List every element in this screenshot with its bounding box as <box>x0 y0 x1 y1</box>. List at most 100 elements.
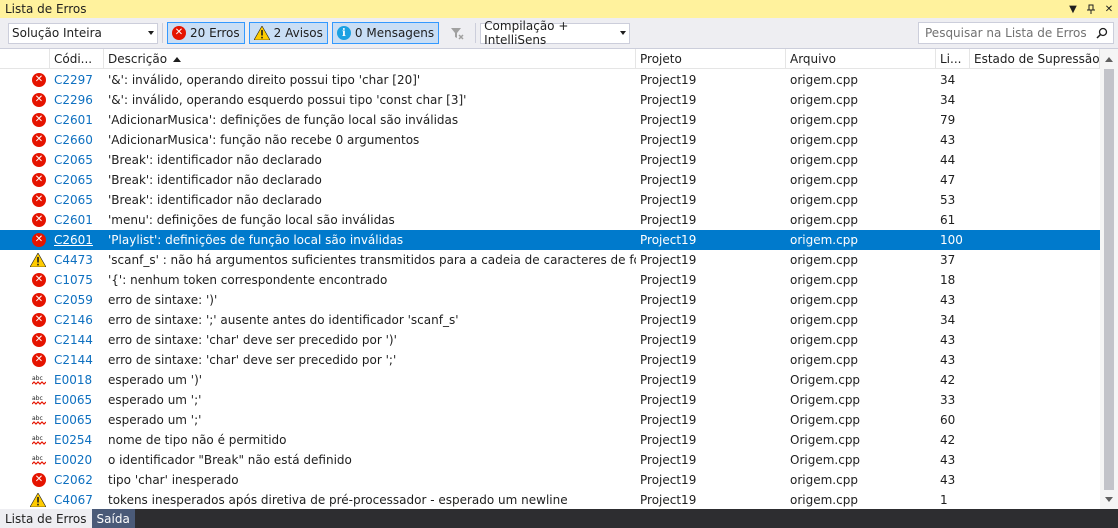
row-code-cell[interactable]: C1075 <box>50 270 104 290</box>
row-code-cell[interactable]: C4067 <box>50 490 104 510</box>
svg-text:abc: abc <box>32 435 43 442</box>
error-code-link[interactable]: E0018 <box>54 373 92 387</box>
error-code-link[interactable]: C2059 <box>54 293 93 307</box>
error-line: 42 <box>940 373 956 387</box>
search-input[interactable] <box>925 26 1091 40</box>
row-code-cell[interactable]: C2144 <box>50 350 104 370</box>
column-header-description[interactable]: Descrição <box>104 49 636 69</box>
row-code-cell[interactable]: E0065 <box>50 390 104 410</box>
scroll-up-icon[interactable] <box>1105 57 1113 62</box>
error-code-link[interactable]: E0065 <box>54 393 92 407</box>
warnings-filter-button[interactable]: 2 Avisos <box>248 22 328 44</box>
error-description: erro de sintaxe: ')' <box>108 293 218 307</box>
messages-filter-button[interactable]: i 0 Mensagens <box>331 22 440 44</box>
errors-filter-button[interactable]: ✕ 20 Erros <box>167 22 245 44</box>
table-row[interactable]: ✕ C1075 '{': nenhum token correspondente e… <box>0 270 1100 290</box>
table-row[interactable]: abc E0254 nome de tipo não é permitido Proj… <box>0 430 1100 450</box>
table-row[interactable]: abc E0065 esperado um ';' Project19 Origem.c… <box>0 390 1100 410</box>
clear-filter-icon[interactable] <box>449 25 465 41</box>
error-code-link[interactable]: C2296 <box>54 93 93 107</box>
row-project-cell: Project19 <box>636 470 786 490</box>
error-code-link[interactable]: C2297 <box>54 73 93 87</box>
row-type-icon-cell: ✕ <box>0 270 50 290</box>
build-filter-dropdown[interactable]: Compilação + IntelliSens <box>480 19 631 47</box>
column-header-icon[interactable] <box>0 49 50 69</box>
error-code-link[interactable]: E0020 <box>54 453 92 467</box>
table-row[interactable]: ✕ C2297 '&': inválido, operando direito po… <box>0 70 1100 90</box>
table-row[interactable]: ✕ C2660 'AdicionarMusica': função não rece… <box>0 130 1100 150</box>
pin-icon[interactable] <box>1082 0 1100 18</box>
row-code-cell[interactable]: E0018 <box>50 370 104 390</box>
search-box[interactable] <box>918 22 1114 44</box>
row-line-cell: 43 <box>936 290 970 310</box>
column-header-line[interactable]: Li... <box>936 49 970 69</box>
error-code-link[interactable]: C2065 <box>54 153 93 167</box>
table-row[interactable]: C4473 'scanf_s' : não há argumentos sufic… <box>0 250 1100 270</box>
row-code-cell[interactable]: E0020 <box>50 450 104 470</box>
row-code-cell[interactable]: C2601 <box>50 230 104 250</box>
column-header-code[interactable]: Códi... <box>50 49 104 69</box>
error-code-link[interactable]: C1075 <box>54 273 93 287</box>
close-icon[interactable]: ✕ <box>1100 0 1118 18</box>
table-row[interactable]: ✕ C2065 'Break': identificador não declara… <box>0 170 1100 190</box>
error-code-link[interactable]: C2601 <box>54 113 93 127</box>
error-code-link[interactable]: C2144 <box>54 353 93 367</box>
row-code-cell[interactable]: C2065 <box>50 150 104 170</box>
table-row[interactable]: abc E0018 esperado um ')' Project19 Origem.c… <box>0 370 1100 390</box>
error-code-link[interactable]: C2146 <box>54 313 93 327</box>
row-code-cell[interactable]: C2059 <box>50 290 104 310</box>
table-row[interactable]: ✕ C2296 '&': inválido, operando esquerdo p… <box>0 90 1100 110</box>
table-row[interactable]: C4067 tokens inesperados após diretiva de… <box>0 490 1100 510</box>
row-code-cell[interactable]: E0065 <box>50 410 104 430</box>
row-code-cell[interactable]: C2601 <box>50 110 104 130</box>
table-row[interactable]: abc E0020 o identificador "Break" não está… <box>0 450 1100 470</box>
row-code-cell[interactable]: C2296 <box>50 90 104 110</box>
column-header-project[interactable]: Projeto <box>636 49 786 69</box>
error-code-link[interactable]: C2660 <box>54 133 93 147</box>
scrollbar-thumb[interactable] <box>1104 69 1114 490</box>
row-code-cell[interactable]: C2065 <box>50 190 104 210</box>
row-code-cell[interactable]: C2660 <box>50 130 104 150</box>
table-row[interactable]: ✕ C2144 erro de sintaxe: 'char' deve ser p… <box>0 350 1100 370</box>
column-header-suppression[interactable]: Estado de Supressão <box>970 49 1100 69</box>
row-code-cell[interactable]: C2065 <box>50 170 104 190</box>
error-code-link[interactable]: C4067 <box>54 493 93 507</box>
table-row[interactable]: ✕ C2059 erro de sintaxe: ')' Project19 orige… <box>0 290 1100 310</box>
table-row[interactable]: ✕ C2601 'AdicionarMusica': definições de f… <box>0 110 1100 130</box>
error-code-link[interactable]: C2601 <box>54 233 93 247</box>
error-code-link[interactable]: C2065 <box>54 193 93 207</box>
row-suppression-cell <box>970 270 1100 290</box>
row-code-cell[interactable]: C2144 <box>50 330 104 350</box>
table-row[interactable]: ✕ C2146 erro de sintaxe: ';' ausente antes… <box>0 310 1100 330</box>
row-code-cell[interactable]: C2146 <box>50 310 104 330</box>
table-row[interactable]: ✕ C2144 erro de sintaxe: 'char' deve ser p… <box>0 330 1100 350</box>
scope-dropdown[interactable]: Solução Inteira <box>8 22 158 44</box>
window-options-dropdown-icon[interactable]: ▼ <box>1064 0 1082 18</box>
tab-output[interactable]: Saída <box>91 509 135 528</box>
error-code-link[interactable]: C2144 <box>54 333 93 347</box>
table-row[interactable]: ✕ C2062 tipo 'char' inesperado Project19 ori… <box>0 470 1100 490</box>
error-code-link[interactable]: E0254 <box>54 433 92 447</box>
error-code-link[interactable]: E0065 <box>54 413 92 427</box>
table-row[interactable]: abc E0065 esperado um ';' Project19 Origem.c… <box>0 410 1100 430</box>
search-icon[interactable] <box>1091 23 1113 43</box>
tab-error-list[interactable]: Lista de Erros <box>0 509 92 528</box>
row-code-cell[interactable]: C2062 <box>50 470 104 490</box>
error-project: Project19 <box>640 213 697 227</box>
row-code-cell[interactable]: C2297 <box>50 70 104 90</box>
error-code-link[interactable]: C2065 <box>54 173 93 187</box>
scroll-down-icon[interactable] <box>1105 497 1113 502</box>
row-description-cell: '&': inválido, operando direito possui t… <box>104 70 636 90</box>
row-code-cell[interactable]: C4473 <box>50 250 104 270</box>
table-row[interactable]: ✕ C2601 'menu': definições de função local… <box>0 210 1100 230</box>
table-row[interactable]: ✕ C2065 'Break': identificador não declara… <box>0 190 1100 210</box>
table-row[interactable]: ✕ C2065 'Break': identificador não declara… <box>0 150 1100 170</box>
column-header-file[interactable]: Arquivo <box>786 49 936 69</box>
row-code-cell[interactable]: C2601 <box>50 210 104 230</box>
error-code-link[interactable]: C2062 <box>54 473 93 487</box>
vertical-scrollbar[interactable] <box>1100 49 1118 510</box>
error-code-link[interactable]: C2601 <box>54 213 93 227</box>
table-row[interactable]: ✕ C2601 'Playlist': definições de função l… <box>0 230 1100 250</box>
row-code-cell[interactable]: E0254 <box>50 430 104 450</box>
error-code-link[interactable]: C4473 <box>54 253 93 267</box>
